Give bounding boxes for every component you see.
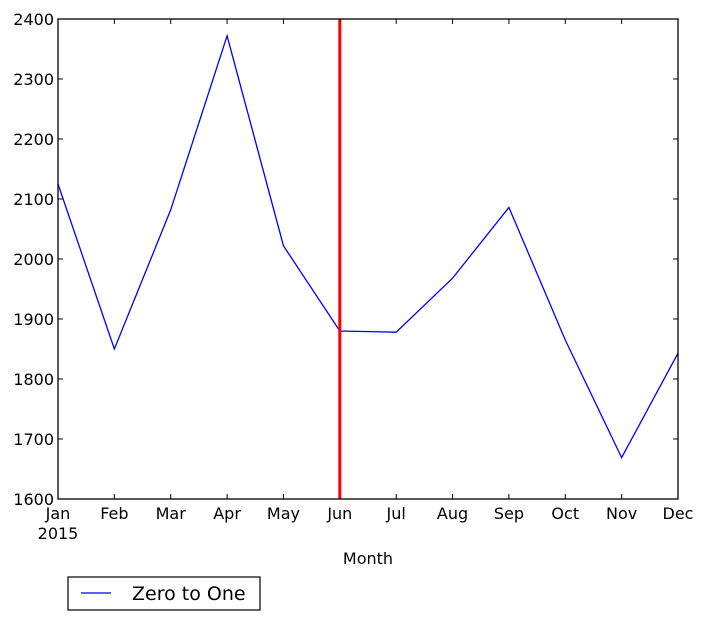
x-tick-label: Oct [551,504,579,523]
x-tick-label: Dec [663,504,694,523]
series-line-zero-to-one [57,33,679,460]
y-tick-label: 2100 [13,190,54,209]
y-tick-label: 2000 [13,250,54,269]
x-tick-label: Nov [606,504,637,523]
x-tick-label: May [267,504,300,523]
x-tick-label: Jun [326,504,352,523]
y-tick-label: 2200 [13,130,54,149]
x-tick-label: Feb [100,504,128,523]
y-tick-label: 2300 [13,70,54,89]
x-year-label: 2015 [38,524,79,543]
y-axis-ticks: 160017001800190020002100220023002400 [13,10,678,509]
x-tick-label: Aug [437,504,468,523]
series-layer [57,33,679,460]
x-axis-label: Month [343,549,393,568]
y-tick-label: 1800 [13,370,54,389]
x-axis-ticks: Jan Feb Mar Apr May Jun Jul Aug Sep Oct Nov Dec [45,19,694,523]
y-tick-label: 2400 [13,10,54,29]
x-tick-label: Jan [45,504,71,523]
legend: Zero to One [67,576,261,611]
x-tick-label: Sep [494,504,524,523]
line-chart: 160017001800190020002100220023002400 Jan… [13,10,694,611]
legend-label-zero-to-one: Zero to One [132,583,246,605]
x-tick-label: Apr [213,504,241,523]
y-tick-label: 1900 [13,310,54,329]
x-tick-label: Mar [156,504,187,523]
x-tick-label: Jul [386,504,406,523]
y-tick-label: 1700 [13,430,54,449]
